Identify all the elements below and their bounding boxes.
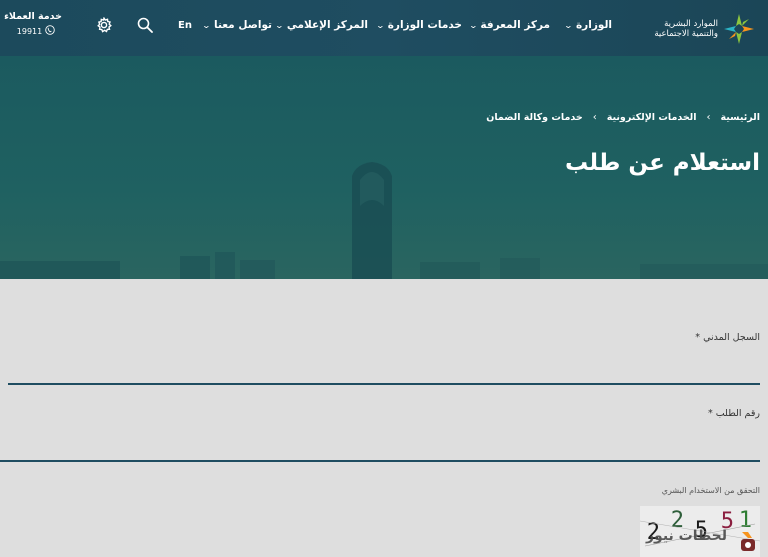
page-title: استعلام عن طلب: [564, 150, 760, 176]
watermark-text: لحظات نيوز: [646, 528, 727, 544]
chevron-down-icon: ⌄: [563, 20, 574, 30]
breadcrumb-item-eservices[interactable]: الخدمات الإلكترونية: [607, 112, 697, 123]
chevron-left-icon: ›: [592, 112, 597, 123]
chevron-down-icon: ⌄: [201, 20, 212, 30]
nav-item-label: المركز الإعلامي: [286, 19, 368, 31]
watermark-logo-icon: [741, 532, 755, 551]
breadcrumb-item-current: خدمات وكالة الضمان: [486, 112, 583, 123]
nav-item-media-center[interactable]: المركز الإعلامي ⌄: [274, 19, 368, 31]
inquiry-form: السجل المدني * رقم الطلب * التحقق من الا…: [0, 279, 768, 557]
ministry-logo[interactable]: الموارد البشرية والتنمية الاجتماعية: [638, 12, 756, 46]
breadcrumb-item-home[interactable]: الرئيسية: [721, 112, 760, 123]
nav-item-ministry[interactable]: الوزارة ⌄: [563, 19, 612, 31]
hero-banner: الرئيسية › الخدمات الإلكترونية › خدمات و…: [0, 56, 768, 279]
customer-service-number: 19911: [16, 26, 43, 36]
chevron-down-icon: ⌄: [468, 20, 478, 30]
chevron-left-icon: ›: [706, 112, 711, 123]
civil-id-input[interactable]: [8, 357, 760, 385]
nav-item-ministry-services[interactable]: خدمات الوزارة ⌄: [375, 19, 462, 31]
breadcrumb: الرئيسية › الخدمات الإلكترونية › خدمات و…: [486, 112, 760, 123]
nav-item-label: تواصل معنا: [214, 19, 272, 31]
language-switch[interactable]: En: [178, 20, 192, 31]
settings-gear-icon[interactable]: [96, 16, 112, 37]
top-navigation-bar: الموارد البشرية والتنمية الاجتماعية الوز…: [0, 0, 768, 56]
chevron-down-icon: ⌄: [274, 20, 285, 30]
nav-item-label: خدمات الوزارة: [387, 19, 462, 31]
nav-item-knowledge-center[interactable]: مركز المعرفة ⌄: [468, 19, 550, 31]
captcha-label: التحقق من الاستخدام البشري: [661, 486, 760, 495]
chevron-down-icon: ⌄: [375, 20, 386, 30]
nav-item-label: مركز المعرفة: [480, 19, 550, 31]
request-number-label: رقم الطلب *: [707, 408, 760, 419]
request-number-input[interactable]: [0, 434, 760, 462]
nav-item-label: الوزارة: [575, 19, 612, 31]
logo-text-line2: والتنمية الاجتماعية: [654, 29, 718, 39]
phone-icon: [45, 25, 55, 37]
customer-service-title: خدمة العملاء: [4, 11, 62, 22]
logo-emblem-icon: [724, 14, 754, 44]
nav-item-contact-us[interactable]: تواصل معنا ⌄: [201, 19, 272, 31]
customer-service[interactable]: خدمة العملاء 19911: [4, 11, 62, 37]
search-icon[interactable]: [137, 17, 153, 37]
civil-id-label: السجل المدني *: [695, 332, 760, 343]
logo-text-line1: الموارد البشرية: [664, 19, 718, 29]
